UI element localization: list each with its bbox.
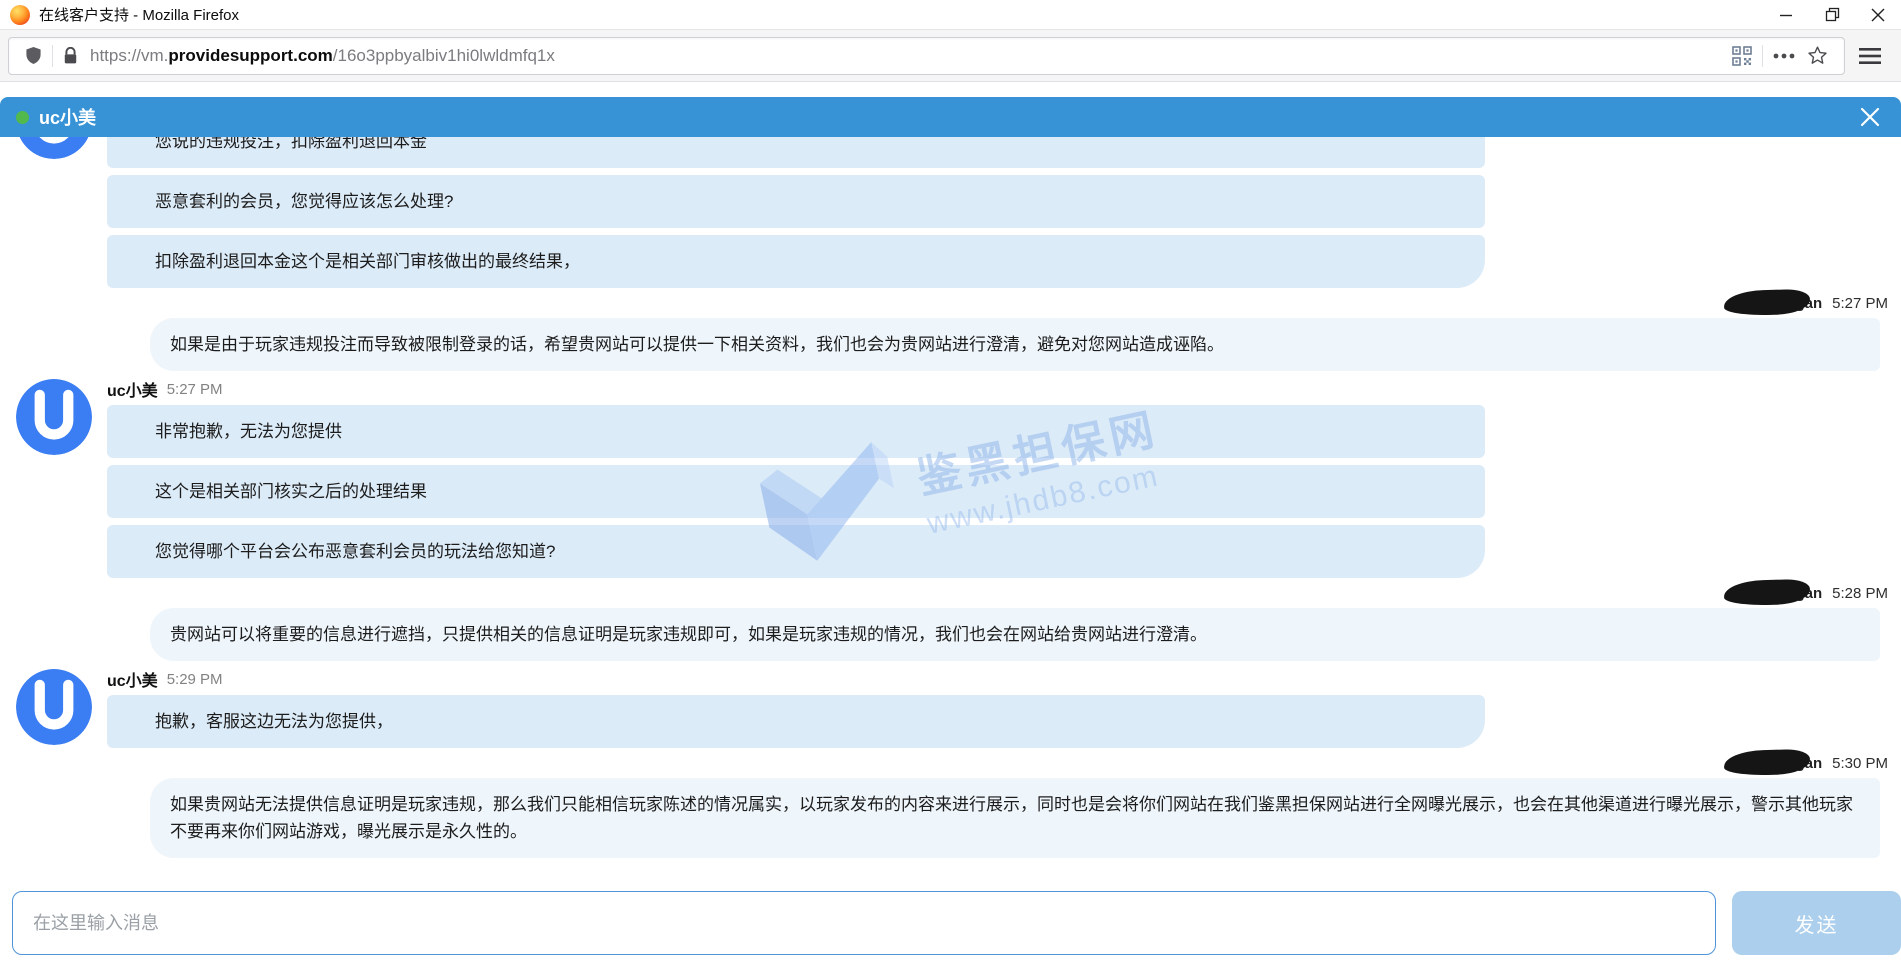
tracking-protection-shield-icon[interactable] (19, 46, 48, 65)
url-path: /16o3ppbyalbiv1hi0lwldmfq1x (333, 46, 555, 65)
firefox-icon (10, 5, 30, 25)
redaction-scribble (1724, 748, 1811, 775)
url-text: https://vm.providesupport.com/16o3ppbyal… (90, 46, 1726, 66)
lock-icon[interactable] (57, 47, 84, 65)
bookmark-star-icon[interactable] (1801, 45, 1834, 66)
agent-avatar-u-logo (16, 379, 92, 455)
agent-name: uc小美 (107, 377, 158, 401)
agent-message-bubble: 扣除盈利退回本金这个是相关部门审核做出的最终结果， (107, 235, 1485, 288)
agent-message-bubble: 这个是相关部门核实之后的处理结果 (107, 465, 1485, 518)
visitor-message-group: dinghaigan 5:28 PM 贵网站可以将重要的信息进行遮挡，只提供相关… (150, 582, 1880, 661)
agent-avatar-u-logo (16, 137, 92, 159)
browser-toolbar: https://vm.providesupport.com/16o3ppbyal… (0, 30, 1901, 82)
restore-button[interactable] (1809, 0, 1855, 29)
menu-hamburger-icon[interactable] (1845, 47, 1893, 65)
visitor-message-bubble: 贵网站可以将重要的信息进行遮挡，只提供相关的信息证明是玩家违规即可，如果是玩家违… (150, 608, 1880, 661)
agent-message-bubble: 恶意套利的会员，您觉得应该怎么处理? (107, 175, 1485, 228)
agent-name: uc小美 (107, 667, 158, 691)
close-window-button[interactable] (1855, 0, 1901, 29)
browser-titlebar: 在线客户支持 - Mozilla Firefox (0, 0, 1901, 30)
chat-agent-name: uc小美 (39, 104, 1855, 130)
visitor-timestamp: 5:30 PM (1832, 755, 1888, 772)
message-input[interactable] (12, 891, 1716, 955)
qr-code-icon[interactable] (1726, 46, 1758, 66)
send-button[interactable]: 发送 (1732, 891, 1901, 955)
visitor-name: dinghaigan (1740, 755, 1824, 772)
minimize-button[interactable] (1763, 0, 1809, 29)
agent-message-bubble: 非常抱歉，无法为您提供 (107, 405, 1485, 458)
chat-header: uc小美 (0, 97, 1901, 137)
visitor-timestamp: 5:28 PM (1832, 585, 1888, 602)
agent-message-bubble: 您觉得哪个平台会公布恶意套利会员的玩法给您知道? (107, 525, 1485, 578)
page-actions-dots-icon[interactable] (1767, 53, 1801, 59)
online-status-dot (16, 111, 29, 124)
agent-timestamp: 5:29 PM (167, 671, 223, 688)
agent-timestamp: 5:27 PM (167, 381, 223, 398)
agent-avatar-u-logo (16, 669, 92, 745)
visitor-name: dinghaigan (1740, 295, 1824, 312)
url-domain: providesupport.com (168, 46, 332, 65)
url-scheme: https://vm. (90, 46, 168, 65)
chat-close-button[interactable] (1855, 102, 1885, 132)
redaction-scribble (1724, 288, 1811, 315)
agent-message-group: uc小美 5:29 PM 抱歉，客服这边无法为您提供， (0, 667, 1901, 748)
agent-message-group: 您说的违规投注，扣除盈利退回本金 恶意套利的会员，您觉得应该怎么处理? 扣除盈利… (0, 137, 1901, 288)
agent-message-group: uc小美 5:27 PM 非常抱歉，无法为您提供 这个是相关部门核实之后的处理结… (0, 377, 1901, 578)
agent-message-bubble: 抱歉，客服这边无法为您提供， (107, 695, 1485, 748)
agent-message-bubble: 您说的违规投注，扣除盈利退回本金 (107, 137, 1485, 168)
window-title: 在线客户支持 - Mozilla Firefox (39, 4, 1763, 25)
visitor-message-group: dinghaigan 5:27 PM 如果是由于玩家违规投注而导致被限制登录的话… (150, 292, 1880, 371)
visitor-message-bubble: 如果贵网站无法提供信息证明是玩家违规，那么我们只能相信玩家陈述的情况属实，以玩家… (150, 778, 1880, 858)
chat-message-area[interactable]: 鉴黑担保网 www.jhdb8.com 您说的违规投注，扣除盈利退回本金 恶意套… (0, 137, 1901, 885)
visitor-message-group: dinghaigan 5:30 PM 如果贵网站无法提供信息证明是玩家违规，那么… (150, 752, 1880, 858)
composer-bar: 发送 (0, 885, 1901, 970)
redaction-scribble (1724, 578, 1811, 605)
visitor-message-bubble: 如果是由于玩家违规投注而导致被限制登录的话，希望贵网站可以提供一下相关资料，我们… (150, 318, 1880, 371)
address-bar[interactable]: https://vm.providesupport.com/16o3ppbyal… (8, 37, 1845, 75)
visitor-timestamp: 5:27 PM (1832, 295, 1888, 312)
visitor-name: dinghaigan (1740, 585, 1824, 602)
